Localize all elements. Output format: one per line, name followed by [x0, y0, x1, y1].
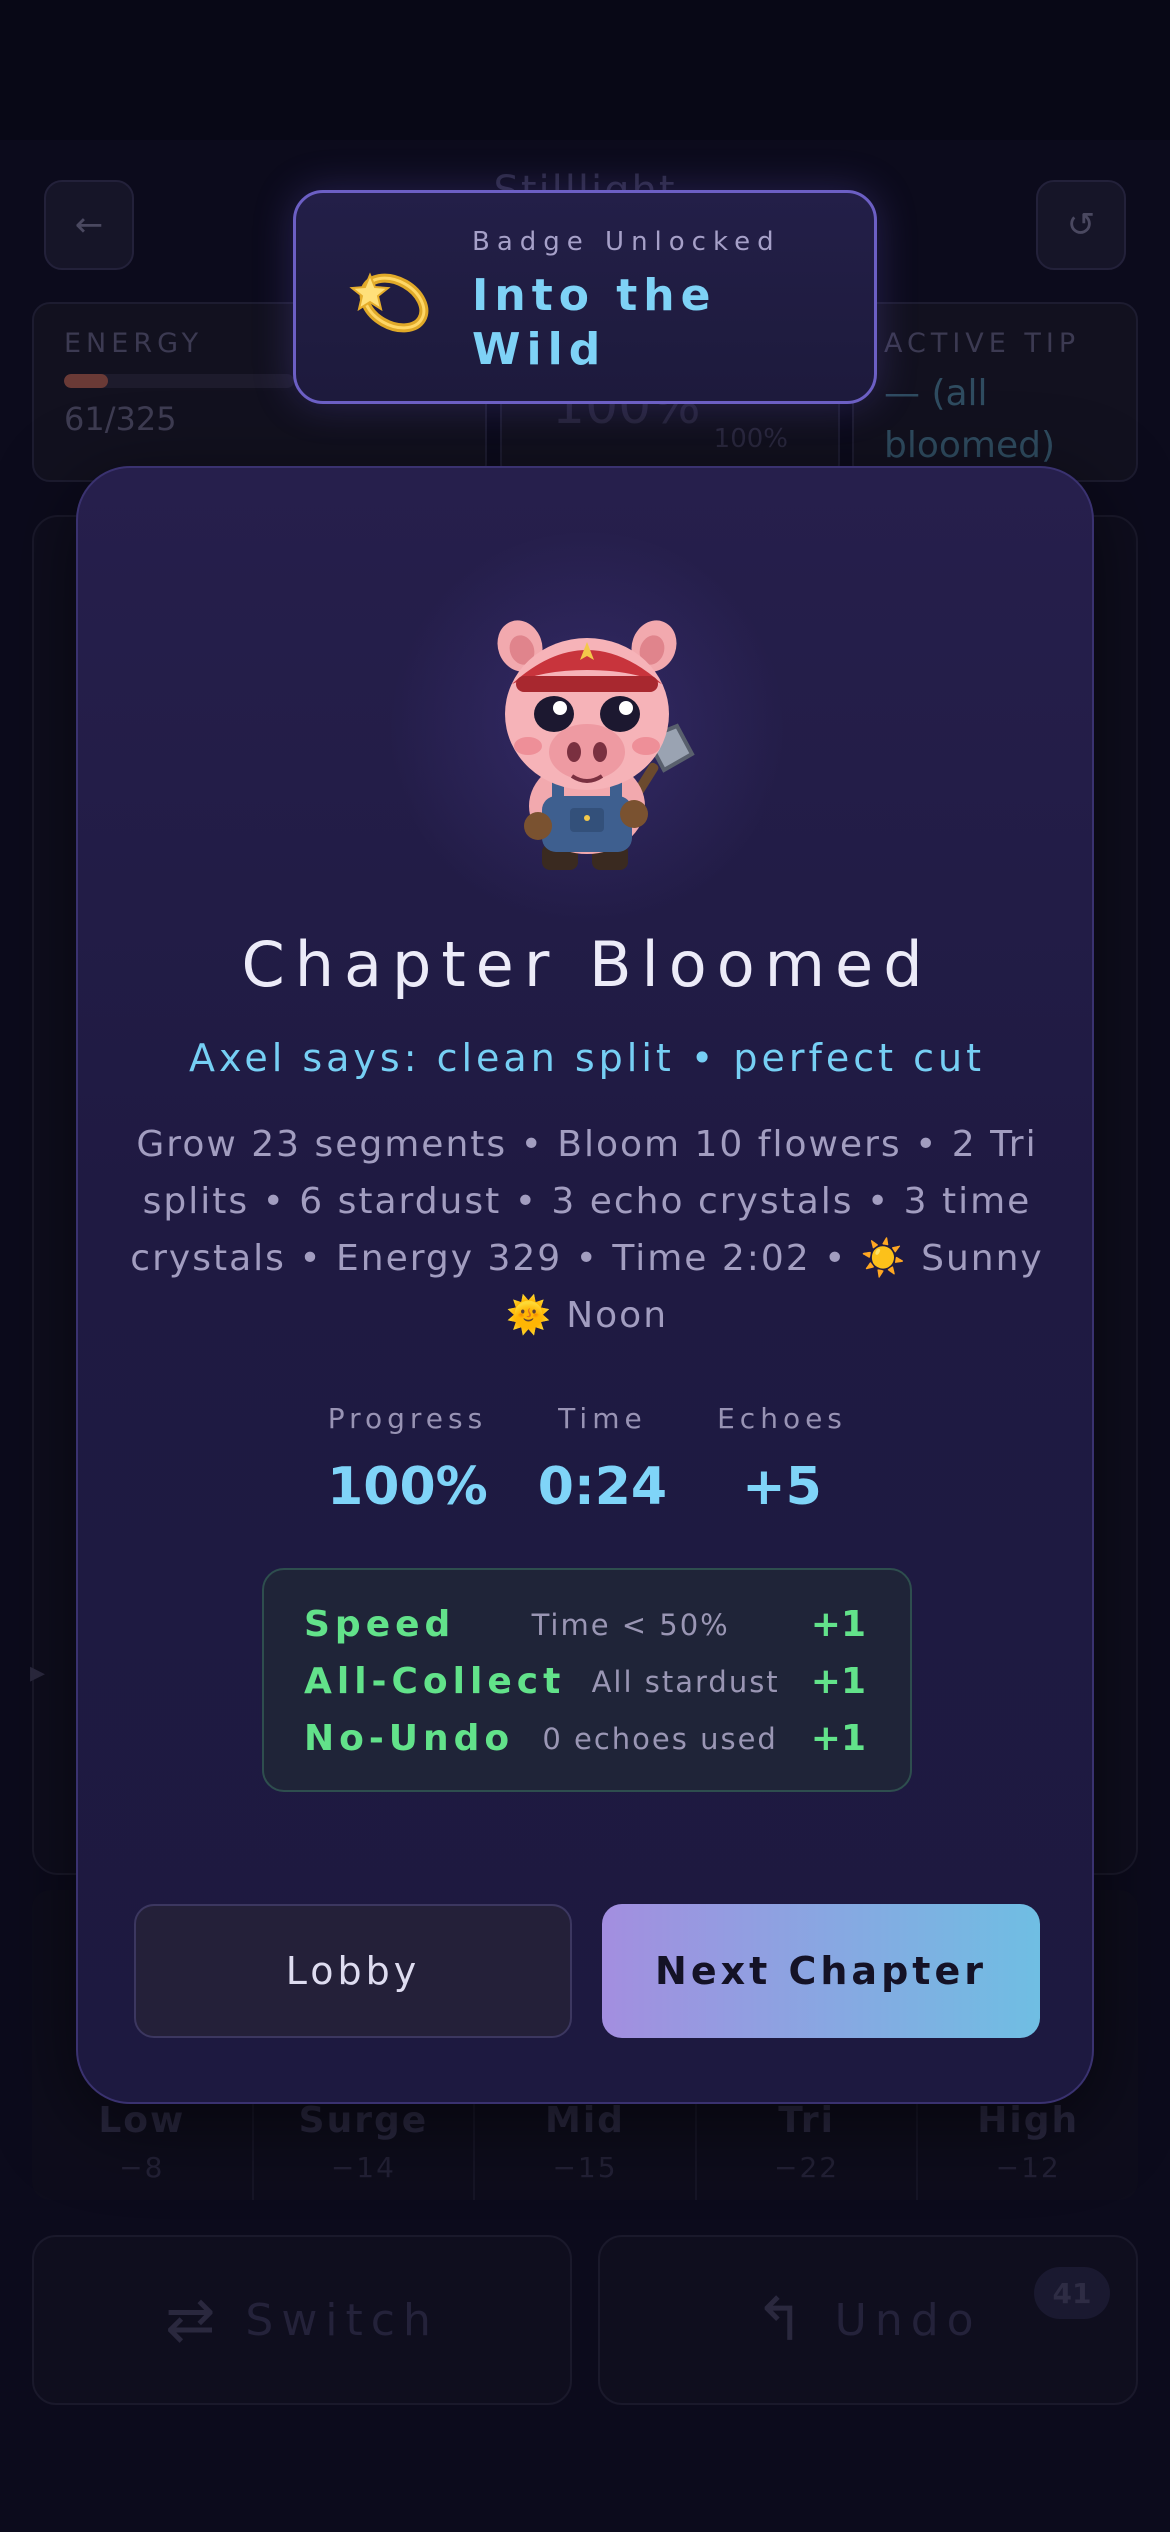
mascot-quote: Axel says: clean split • perfect cut — [189, 1036, 985, 1080]
lane-name: Tri — [778, 2100, 835, 2141]
badge-kicker: Badge Unlocked — [472, 227, 781, 257]
bonus-row-all-collect: All-Collect All stardust +1 — [304, 1653, 866, 1710]
bonus-points: +1 — [810, 1718, 866, 1759]
swap-arrows-icon: ⇄ — [165, 2285, 216, 2355]
energy-bar-fill — [64, 374, 108, 388]
active-tip-label: ACTIVE TIP — [884, 328, 1081, 359]
metric-time: Time 0:24 — [538, 1402, 667, 1517]
lane-value: −15 — [552, 2151, 618, 2184]
shooting-star-icon — [349, 272, 429, 333]
lane-name: Surge — [298, 2100, 429, 2141]
bonus-name: No-Undo — [304, 1718, 515, 1759]
energy-bar — [64, 374, 294, 388]
bonus-row-speed: Speed Time < 50% +1 — [304, 1596, 866, 1653]
board-scroll-arrow-icon: ▸ — [30, 1655, 46, 1690]
metric-label: Progress — [327, 1402, 488, 1435]
badge-unlocked-toast: Badge Unlocked Into the Wild — [293, 190, 877, 404]
lobby-button[interactable]: Lobby — [134, 1904, 572, 2038]
bonus-row-no-undo: No-Undo 0 echoes used +1 — [304, 1710, 866, 1767]
restart-icon: ↺ — [1066, 205, 1096, 245]
next-chapter-button[interactable]: Next Chapter — [602, 1904, 1040, 2038]
chapter-complete-modal: Chapter Bloomed Axel says: clean split •… — [76, 466, 1094, 2104]
metric-value: 100% — [327, 1457, 488, 1517]
lane-value: −22 — [774, 2151, 840, 2184]
lane-name: High — [977, 2100, 1080, 2141]
undo-button[interactable]: ↰ Undo 41 — [598, 2235, 1138, 2405]
switch-button[interactable]: ⇄ Switch — [32, 2235, 572, 2405]
bonus-name: All-Collect — [304, 1661, 566, 1702]
energy-label: ENERGY — [64, 328, 204, 359]
bonus-name: Speed — [304, 1604, 456, 1645]
bonus-points: +1 — [810, 1661, 866, 1702]
bonus-desc: 0 echoes used — [542, 1721, 778, 1756]
lane-name: Mid — [545, 2100, 625, 2141]
bonus-points: +1 — [810, 1604, 866, 1645]
status-bar-area — [0, 0, 1170, 140]
lane-value: −12 — [995, 2151, 1061, 2184]
badge-name: Into the Wild — [472, 270, 717, 375]
undo-count-badge: 41 — [1034, 2267, 1110, 2319]
undo-label: Undo — [834, 2294, 982, 2346]
metric-echoes: Echoes +5 — [717, 1402, 847, 1517]
restart-button[interactable]: ↺ — [1036, 180, 1126, 270]
energy-value: 61/325 — [64, 400, 177, 438]
metric-value: 0:24 — [537, 1457, 668, 1517]
undo-icon: ↰ — [754, 2285, 805, 2355]
progress-small-value: 100% — [713, 424, 788, 454]
metric-label: Time — [558, 1402, 647, 1435]
metric-label: Echoes — [717, 1402, 847, 1435]
modal-title: Chapter Bloomed — [241, 928, 933, 1001]
result-metrics: Progress 100% Time 0:24 Echoes +5 — [78, 1402, 1096, 1517]
run-summary: Grow 23 segments • Bloom 10 flowers • 2 … — [130, 1124, 1044, 1336]
lane-value: −8 — [119, 2151, 165, 2184]
bonus-desc: Time < 50% — [531, 1607, 730, 1642]
lane-name: Low — [98, 2100, 186, 2141]
bonus-desc: All stardust — [591, 1664, 780, 1699]
active-tip-card: ACTIVE TIP — (all bloomed) — [852, 302, 1138, 482]
active-tip-value: — (all bloomed) — [884, 373, 1056, 466]
metric-value: +5 — [742, 1457, 822, 1517]
switch-label: Switch — [245, 2294, 439, 2346]
bonus-list: Speed Time < 50% +1 All-Collect All star… — [262, 1568, 912, 1792]
pig-miner-mascot — [497, 620, 695, 870]
metric-progress: Progress 100% — [327, 1402, 488, 1517]
lane-value: −14 — [330, 2151, 396, 2184]
